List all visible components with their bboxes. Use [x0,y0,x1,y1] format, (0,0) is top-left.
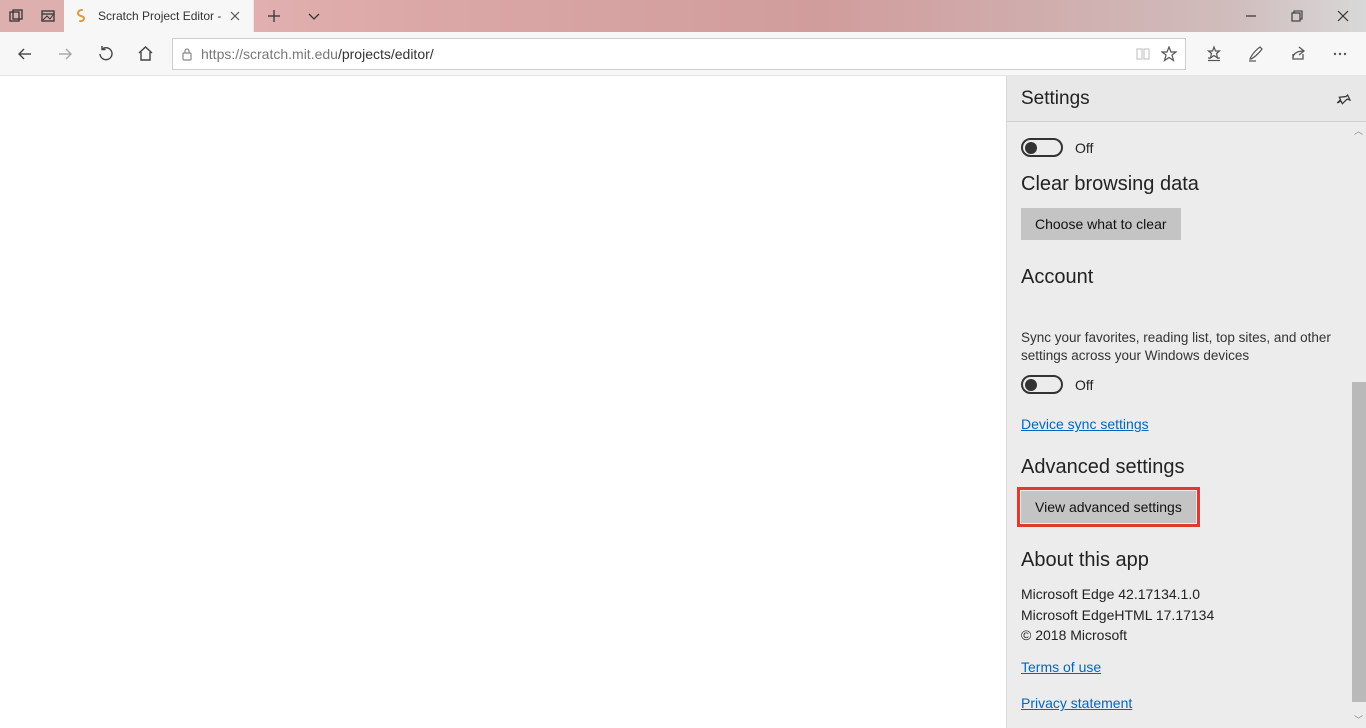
more-button[interactable] [1320,35,1360,73]
home-button[interactable] [126,35,164,73]
plus-icon [267,9,281,23]
scroll-down-icon[interactable]: ﹀ [1354,713,1363,726]
tab-preview-icon [41,9,55,23]
settings-body: ︿ Off Clear browsing data Choose what to… [1007,122,1366,728]
url-host: https://scratch.mit.edu [201,46,338,62]
arrow-right-icon [56,45,74,63]
toggle-knob [1025,379,1037,391]
restore-icon [1291,10,1303,22]
tab-close-button[interactable] [225,6,245,26]
about-line-2: Microsoft EdgeHTML 17.17134 [1021,605,1352,625]
new-tab-button[interactable] [254,0,294,32]
address-bar[interactable]: https://scratch.mit.edu/projects/editor/ [172,38,1186,70]
close-icon [1337,10,1349,22]
terms-of-use-link[interactable]: Terms of use [1021,659,1101,675]
favorite-button[interactable] [1161,46,1177,62]
star-list-icon [1205,45,1223,63]
privacy-statement-link[interactable]: Privacy statement [1021,695,1132,711]
clear-browsing-heading: Clear browsing data [1021,173,1352,196]
share-button[interactable] [1278,35,1318,73]
view-advanced-settings-button[interactable]: View advanced settings [1021,491,1196,523]
minimize-icon [1245,10,1257,22]
refresh-icon [97,45,114,62]
window-minimize-button[interactable] [1228,0,1274,32]
toggle-2-label: Off [1075,377,1093,393]
settings-title: Settings [1021,88,1090,110]
lock-icon [181,47,193,61]
tab-dropdown-button[interactable] [294,0,334,32]
more-icon [1331,45,1349,63]
favorites-bar-button[interactable] [1194,35,1234,73]
toolbar: https://scratch.mit.edu/projects/editor/ [0,32,1366,76]
page-content: Settings ︿ Off Clear browsing data Choos… [0,76,1366,728]
window-close-button[interactable] [1320,0,1366,32]
scroll-up-icon[interactable]: ︿ [1354,124,1363,137]
sync-description: Sync your favorites, reading list, top s… [1021,329,1352,365]
reading-view-button[interactable] [1135,47,1151,61]
settings-header: Settings [1007,76,1366,122]
toggle-1[interactable] [1021,138,1063,157]
about-line-1: Microsoft Edge 42.17134.1.0 [1021,584,1352,604]
notes-button[interactable] [1236,35,1276,73]
close-icon [230,11,240,21]
url-text: https://scratch.mit.edu/projects/editor/ [201,46,1125,62]
about-this-app-heading: About this app [1021,549,1352,572]
arrow-left-icon [16,45,34,63]
tab-actions-button-2[interactable] [32,0,64,32]
toggle-row-1: Off [1021,138,1352,157]
browser-tab[interactable]: Scratch Project Editor - [64,0,254,32]
tabs-aside-icon [9,9,23,23]
toggle-2[interactable] [1021,375,1063,394]
forward-button[interactable] [46,35,84,73]
advanced-settings-heading: Advanced settings [1021,456,1352,479]
device-sync-settings-link[interactable]: Device sync settings [1021,416,1149,432]
star-icon [1161,46,1177,62]
toggle-row-2: Off [1021,375,1352,394]
choose-what-to-clear-button[interactable]: Choose what to clear [1021,208,1181,240]
about-line-3: © 2018 Microsoft [1021,625,1352,645]
pen-icon [1247,45,1265,63]
settings-scrollbar[interactable] [1352,382,1366,702]
titlebar: Scratch Project Editor - [0,0,1366,32]
toggle-knob [1025,142,1037,154]
pin-button[interactable] [1336,92,1352,106]
settings-panel: Settings ︿ Off Clear browsing data Choos… [1006,76,1366,728]
account-heading: Account [1021,266,1352,289]
chevron-down-icon [307,9,321,23]
tab-title: Scratch Project Editor - [98,9,225,23]
refresh-button[interactable] [86,35,124,73]
share-icon [1289,45,1307,63]
pin-icon [1336,92,1352,106]
window-maximize-button[interactable] [1274,0,1320,32]
book-icon [1135,47,1151,61]
url-path: /projects/editor/ [338,46,434,62]
back-button[interactable] [6,35,44,73]
home-icon [137,45,154,62]
tab-actions-button-1[interactable] [0,0,32,32]
scratch-favicon [74,8,90,24]
toggle-1-label: Off [1075,140,1093,156]
